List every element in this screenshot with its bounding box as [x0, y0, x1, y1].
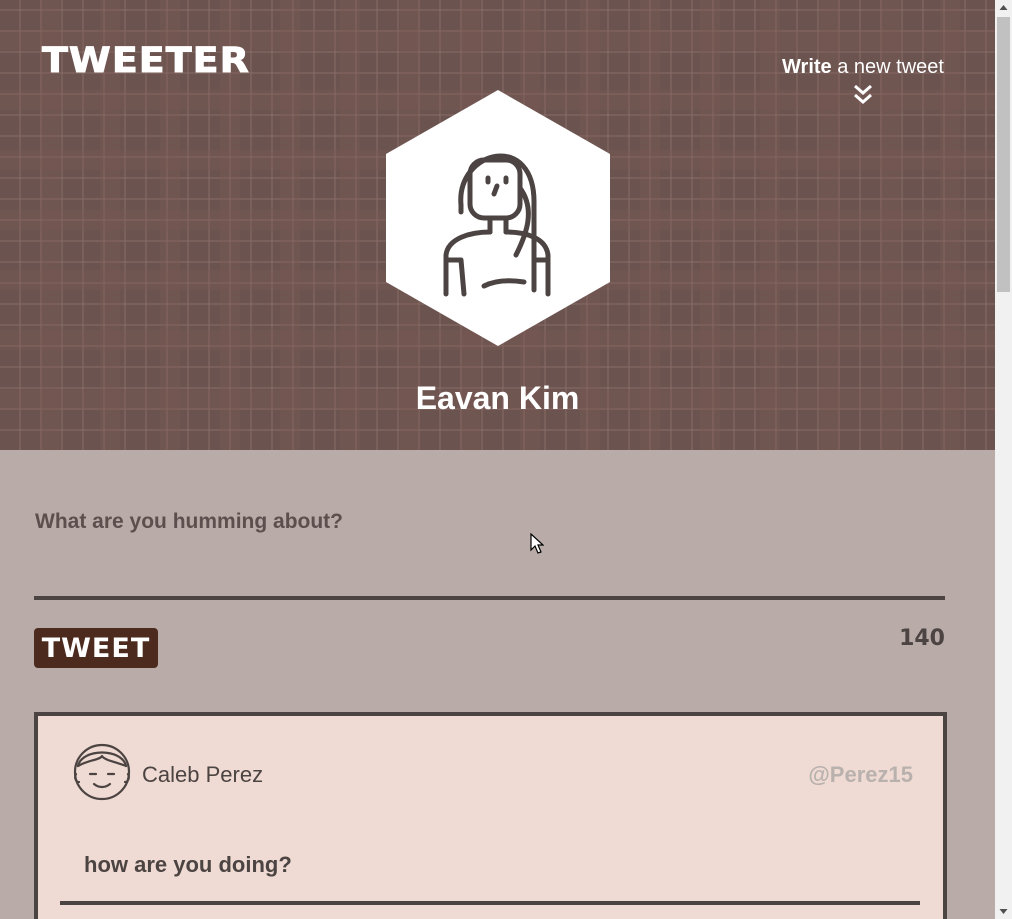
tweet-avatar [72, 740, 132, 804]
tweet-text: how are you doing? [84, 852, 292, 877]
app-logo[interactable]: TWEETER [42, 39, 250, 80]
vertical-scrollbar[interactable] [995, 0, 1012, 919]
page: TWEETER Write a new tweet Eavan Kim What… [0, 0, 995, 919]
tweet-button[interactable]: TWEET [34, 628, 158, 668]
scroll-up-arrow-icon[interactable] [995, 0, 1012, 17]
write-link-bold: Write [782, 56, 832, 78]
tweet-card: Caleb Perez @Perez15 how are you doing? [34, 712, 947, 919]
scroll-down-arrow-icon[interactable] [995, 902, 1012, 919]
mouse-cursor-icon [530, 533, 544, 554]
write-new-tweet-link[interactable]: Write a new tweet [772, 56, 954, 107]
compose-placeholder: What are you humming about? [35, 510, 343, 533]
compose-underline [34, 596, 945, 600]
scrollbar-thumb[interactable] [997, 17, 1010, 292]
write-link-rest: a new tweet [831, 56, 944, 78]
profile-avatar [386, 90, 610, 346]
profile-header: TWEETER Write a new tweet Eavan Kim [0, 0, 995, 450]
tweet-author-name: Caleb Perez [142, 762, 264, 787]
char-counter: 140 [899, 626, 945, 651]
woman-avatar-icon [386, 90, 610, 346]
tweet-author-handle[interactable]: @Perez15 [808, 762, 913, 788]
man-avatar-icon [73, 743, 131, 801]
tweet-divider [60, 901, 920, 905]
double-chevron-down-icon [854, 84, 872, 104]
profile-name: Eavan Kim [415, 380, 580, 416]
